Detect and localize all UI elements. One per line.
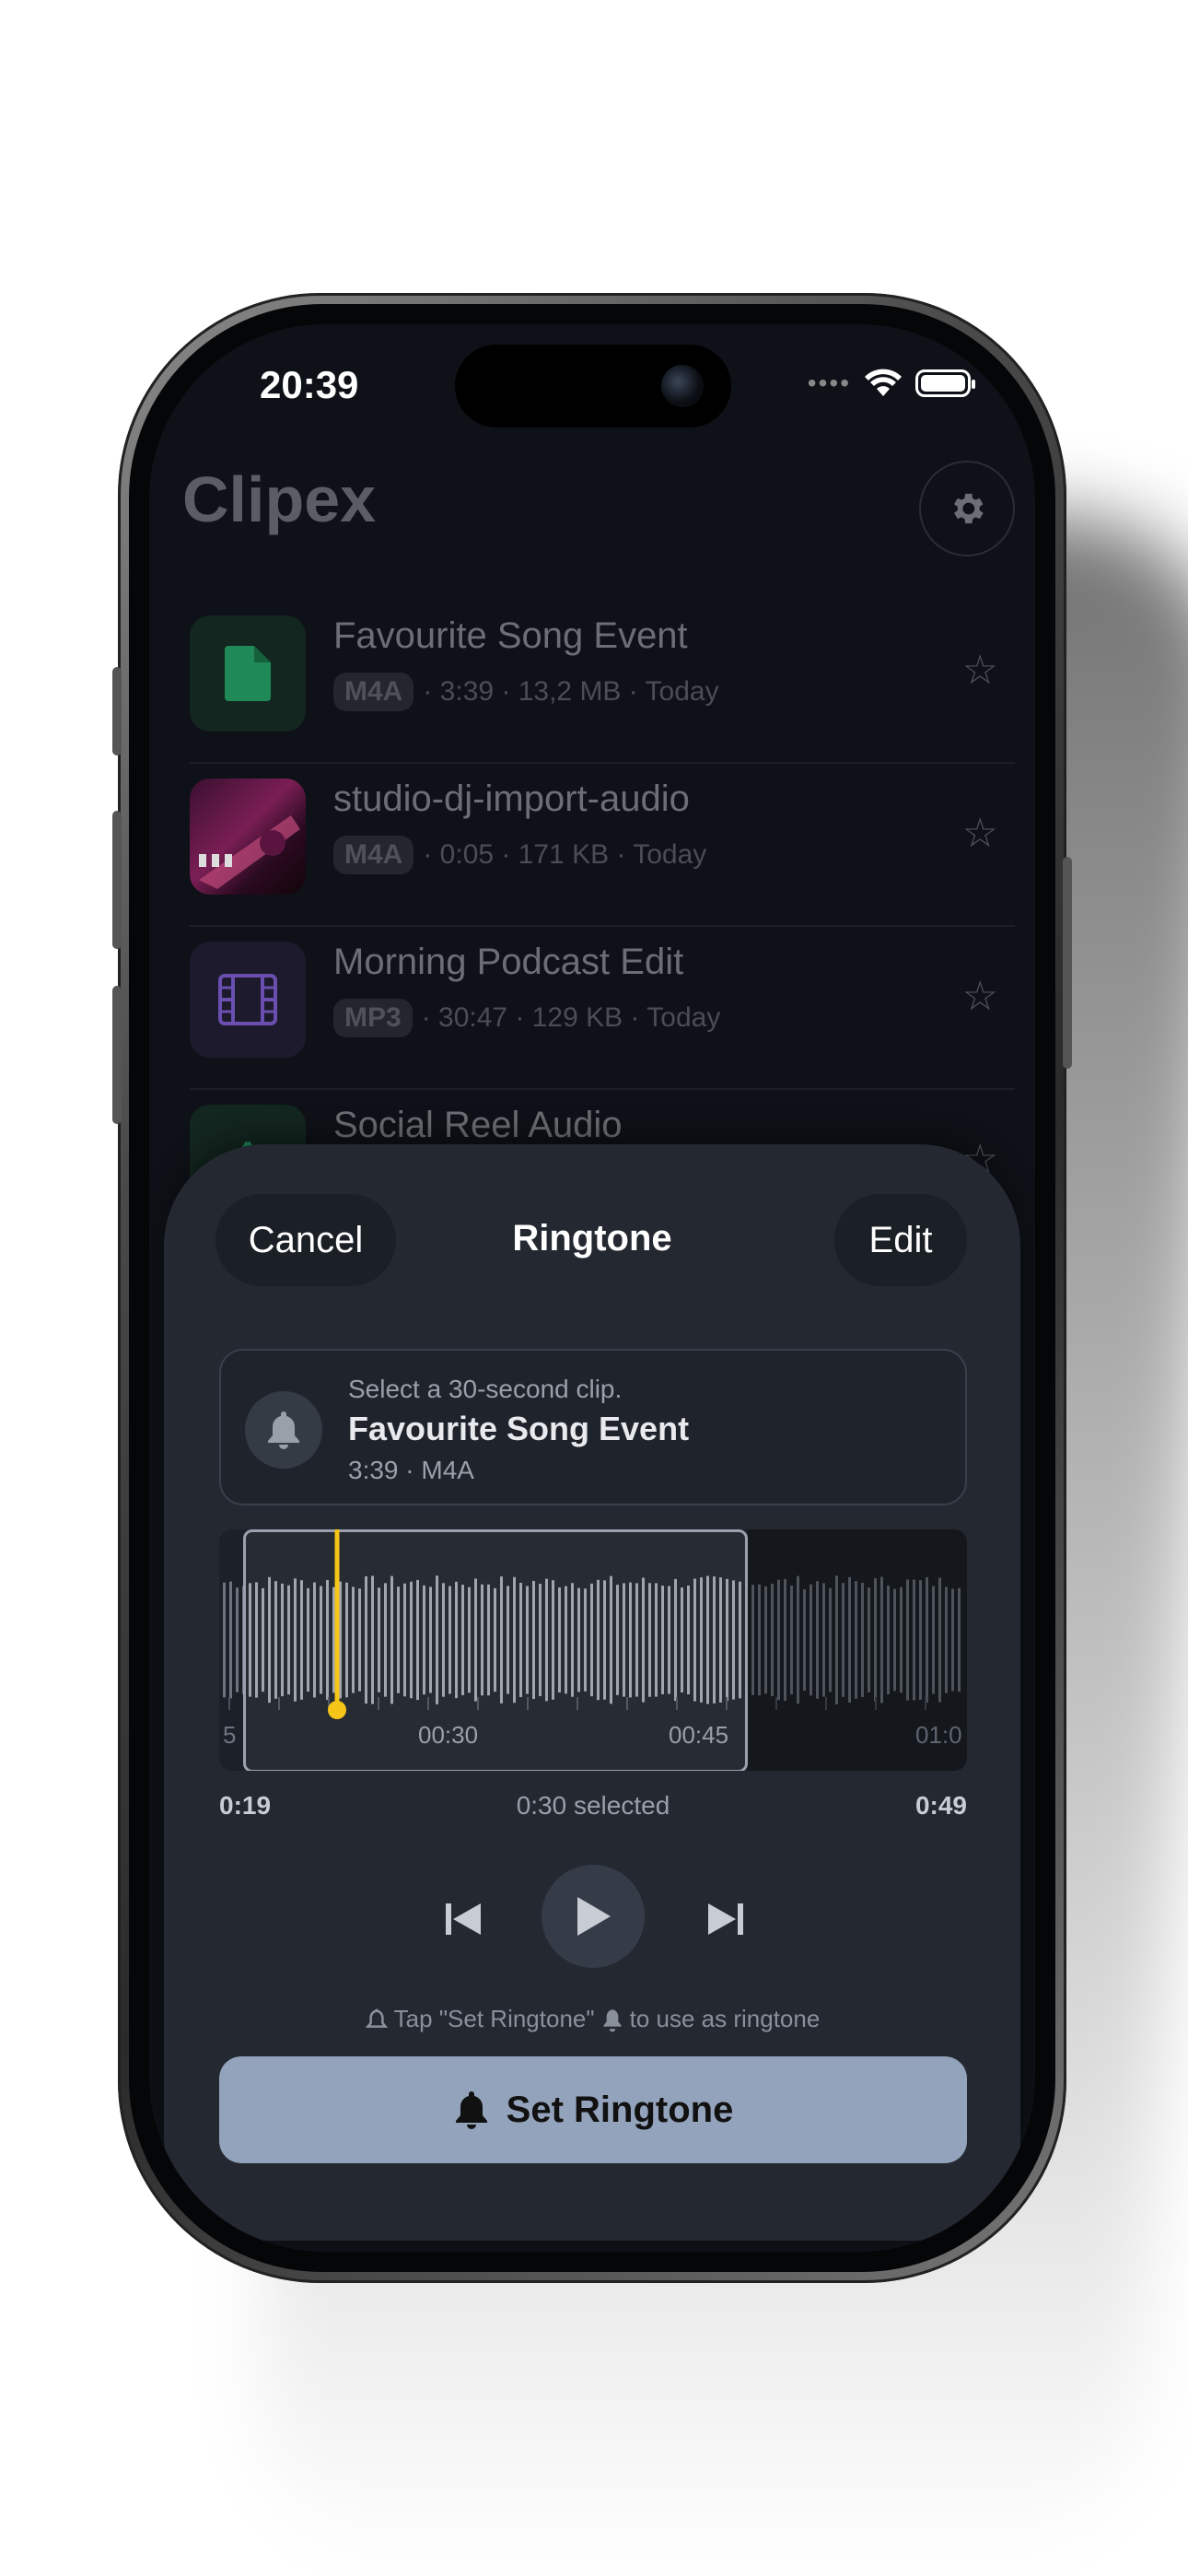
skip-back-icon[interactable]: [440, 1896, 486, 1942]
file-thumbnail: [190, 779, 306, 895]
skip-forward-icon[interactable]: [703, 1896, 749, 1942]
status-icons: ••••: [807, 369, 975, 398]
ringtone-tip: Tap "Set Ringtone" to use as ringtone: [164, 2005, 1020, 2033]
format-badge: M4A: [333, 673, 414, 711]
format-badge: MP3: [333, 999, 413, 1037]
bell-icon: [245, 1391, 322, 1469]
dynamic-island: [455, 345, 731, 427]
film-icon: [218, 974, 277, 1025]
tip-text-after: to use as ringtone: [629, 2005, 821, 2032]
volume-down-button: [112, 986, 122, 1124]
file-details: · 0:05 · 171 KB · Today: [423, 839, 707, 870]
clip-file-title: Favourite Song Event: [348, 1410, 690, 1447]
wifi-icon: [865, 369, 902, 396]
bell-icon: [603, 2007, 622, 2032]
file-meta: M4A · 3:39 · 13,2 MB · Today: [333, 673, 719, 711]
file-title: Morning Podcast Edit: [333, 942, 684, 982]
app-title: Clipex: [182, 463, 377, 535]
timeline-label: 00:30: [418, 1721, 479, 1749]
range-end: 0:49: [914, 1791, 967, 1820]
tip-text-before: Tap "Set Ringtone": [393, 2005, 595, 2032]
playback-controls: [164, 1865, 1020, 1972]
edit-button[interactable]: Edit: [834, 1194, 967, 1286]
playhead[interactable]: [219, 1529, 967, 1771]
format-badge: M4A: [333, 836, 414, 874]
document-icon: [225, 646, 271, 701]
camera-icon: [661, 365, 704, 407]
bell-icon: [455, 2091, 487, 2129]
file-thumbnail: [190, 942, 306, 1058]
bell-outline-icon: [365, 2008, 388, 2028]
play-button[interactable]: [542, 1865, 645, 1968]
star-icon[interactable]: ☆: [962, 810, 998, 857]
timeline-label: 01:0: [915, 1721, 962, 1749]
power-button: [1063, 857, 1072, 1069]
star-icon[interactable]: ☆: [962, 647, 998, 694]
file-details: · 3:39 · 13,2 MB · Today: [423, 676, 719, 707]
list-item[interactable]: Morning Podcast Edit MP3 · 30:47 · 129 K…: [190, 927, 1015, 1090]
settings-button[interactable]: [919, 461, 1015, 556]
clip-hint: Select a 30-second clip.: [348, 1375, 623, 1403]
list-item[interactable]: Favourite Song Event M4A · 3:39 · 13,2 M…: [190, 601, 1015, 764]
set-ringtone-button[interactable]: Set Ringtone: [219, 2056, 967, 2163]
timeline-label: 00:45: [669, 1721, 729, 1749]
file-title: studio-dj-import-audio: [333, 779, 690, 819]
set-ringtone-label: Set Ringtone: [506, 2089, 734, 2130]
dj-photo: [199, 815, 300, 889]
file-title: Social Reel Audio: [333, 1105, 623, 1145]
gear-icon: [954, 493, 984, 524]
file-meta: MP3 · 30:47 · 129 KB · Today: [333, 999, 720, 1037]
battery-icon: [915, 369, 975, 397]
status-time: 20:39: [260, 363, 359, 406]
volume-up-button: [112, 811, 122, 949]
ringtone-sheet: Cancel Ringtone Edit Select a 30-second …: [164, 1144, 1020, 2241]
file-details: · 30:47 · 129 KB · Today: [421, 1002, 721, 1033]
play-icon: [577, 1897, 611, 1936]
clip-info-card: Select a 30-second clip. Favourite Song …: [219, 1349, 967, 1505]
file-title: Favourite Song Event: [333, 615, 688, 656]
file-meta: M4A · 0:05 · 171 KB · Today: [333, 836, 706, 874]
clip-file-meta: 3:39 · M4A: [348, 1456, 474, 1484]
action-button: [112, 667, 122, 755]
star-icon[interactable]: ☆: [962, 973, 998, 1020]
signal-icon: ••••: [807, 369, 851, 397]
file-thumbnail: [190, 615, 306, 732]
list-item[interactable]: studio-dj-import-audio M4A · 0:05 · 171 …: [190, 764, 1015, 927]
waveform-editor[interactable]: 5 00:30 00:45 01:0: [219, 1529, 967, 1771]
phone-screen: 20:39 •••• Clipex Favourite Song Event M…: [149, 324, 1035, 2252]
timeline-label: 5: [223, 1721, 237, 1749]
range-duration: 0:30 selected: [516, 1791, 670, 1820]
